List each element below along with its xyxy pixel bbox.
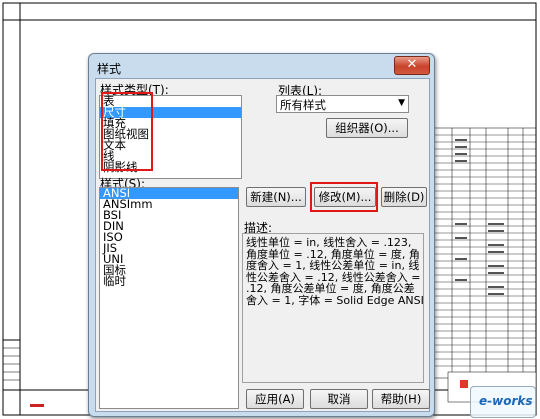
styles-listbox[interactable]: ANSI ANSImm BSI DIN ISO JIS UNI 国标 临时	[99, 187, 239, 409]
style-item[interactable]: ISO	[100, 231, 238, 243]
chevron-down-icon: ▼	[398, 98, 405, 108]
styles-dialog: 样式 ✕ 样式类型(T): 表 尺寸 填充 图纸视图 文本 线 阴影线 列表(L…	[88, 53, 435, 417]
list-dropdown[interactable]: 所有样式 ▼	[276, 95, 409, 113]
organizer-button[interactable]: 组织器(O)...	[326, 118, 408, 138]
list-dropdown-value: 所有样式	[280, 98, 326, 112]
highlight-box-style-types	[101, 92, 153, 171]
dialog-title: 样式	[97, 62, 122, 76]
close-icon: ✕	[406, 57, 418, 72]
new-button-label: 新建(N)...	[250, 190, 302, 204]
delete-button[interactable]: 删除(D)	[381, 187, 427, 207]
delete-button-label: 删除(D)	[383, 190, 425, 204]
new-button[interactable]: 新建(N)...	[246, 187, 306, 207]
cancel-button-label: 取消	[327, 392, 351, 406]
close-button[interactable]: ✕	[394, 56, 430, 75]
description-box: 线性单位 = in, 线性舍入 = .123, 角度单位 = .12, 角度单位…	[242, 233, 424, 383]
apply-button-label: 应用(A)	[255, 392, 295, 406]
watermark-logo: e-works	[470, 386, 536, 418]
help-button[interactable]: 帮助(H)	[372, 389, 430, 409]
apply-button[interactable]: 应用(A)	[246, 389, 304, 409]
help-button-label: 帮助(H)	[380, 392, 422, 406]
dialog-titlebar[interactable]: 样式 ✕	[89, 54, 434, 78]
highlight-box-modify	[310, 182, 378, 212]
organizer-button-label: 组织器(O)...	[335, 121, 399, 135]
watermark-text: e-works	[479, 394, 533, 408]
dialog-client-area: 样式类型(T): 表 尺寸 填充 图纸视图 文本 线 阴影线 列表(L): 所有…	[95, 78, 430, 412]
style-item[interactable]: 临时	[100, 275, 238, 287]
description-text: 线性单位 = in, 线性舍入 = .123, 角度单位 = .12, 角度单位…	[246, 236, 424, 307]
cancel-button[interactable]: 取消	[310, 389, 368, 409]
